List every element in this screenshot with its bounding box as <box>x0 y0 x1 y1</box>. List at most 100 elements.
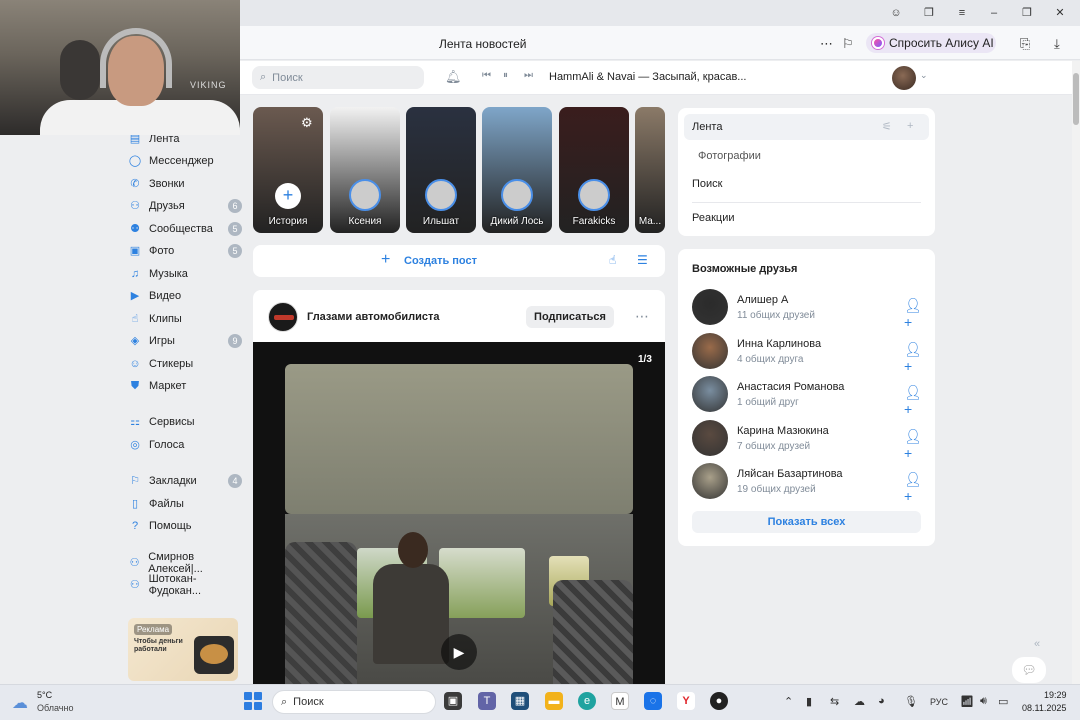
friend-suggestion[interactable]: Алишер А 11 общих друзей 👤︎+ <box>692 289 927 330</box>
sidebar-item[interactable]: ☺ Стикеры <box>128 355 246 373</box>
friend-suggestion[interactable]: Инна Карлинова 4 общих друга 👤︎+ <box>692 332 927 374</box>
battery-icon[interactable]: ▭ <box>998 695 1008 708</box>
post-author-avatar[interactable] <box>268 302 298 332</box>
sidebar-item[interactable]: ✆ Звонки <box>128 175 246 193</box>
add-friend-icon[interactable]: 👤︎+ <box>904 341 927 374</box>
friend-name[interactable]: Ляйсан Базартинова <box>737 468 843 480</box>
tray-app-icon[interactable]: ◕ <box>878 695 885 707</box>
language-indicator[interactable]: РУС <box>930 697 948 707</box>
task-view-icon[interactable]: ▣ <box>444 692 462 710</box>
volume-icon[interactable]: 🔊︎ <box>980 695 987 708</box>
minimize-icon[interactable]: – <box>986 5 1002 21</box>
menu-icon[interactable]: ≡ <box>954 5 970 21</box>
chat-icon[interactable]: 💬︎ <box>1012 657 1046 683</box>
menu-item-search[interactable]: Поиск <box>692 178 722 190</box>
story-card[interactable]: Дикий Лось <box>482 107 552 233</box>
play-icon[interactable]: ▶ <box>441 634 477 670</box>
sidebar-item[interactable]: ⚐ Закладки 4 <box>128 472 246 490</box>
next-track-icon[interactable]: ⏭ <box>524 70 533 81</box>
friend-suggestion[interactable]: Карина Мазюкина 7 общих друзей 👤︎+ <box>692 419 927 461</box>
add-friend-icon[interactable]: 👤︎+ <box>904 297 927 330</box>
tray-app-icon[interactable]: ⇆ <box>830 695 839 708</box>
sidebar-item[interactable]: ? Помощь <box>128 517 246 535</box>
now-playing[interactable]: HammAli & Navai — Засыпай, красав... <box>549 71 746 83</box>
clock-time[interactable]: 19:29 <box>1044 690 1067 700</box>
weather-desc[interactable]: Облачно <box>37 703 73 713</box>
sidebar-item[interactable]: ⚇ Друзья 6 <box>128 197 246 215</box>
maximize-icon[interactable]: ❐ <box>1019 5 1035 21</box>
chat-app-icon[interactable]: ◌ <box>644 692 662 710</box>
avatar[interactable] <box>692 332 728 369</box>
user-avatar[interactable] <box>892 66 916 90</box>
subscribe-button[interactable]: Подписаться <box>526 306 614 328</box>
post-video[interactable]: 1/3 ▶ <box>253 342 665 684</box>
scrollbar[interactable] <box>1072 61 1080 684</box>
sidebar-item[interactable]: ▯ Файлы <box>128 495 246 513</box>
story-card[interactable]: Ma... <box>635 107 665 233</box>
sidebar-item[interactable]: ⚏ Сервисы <box>128 413 246 431</box>
sidebar-item[interactable]: ◎ Голоса <box>128 436 246 454</box>
sidebar-item[interactable]: ▣ Фото 5 <box>128 242 246 260</box>
more-icon[interactable]: ⋯ <box>820 36 833 52</box>
friend-suggestion[interactable]: Ляйсан Базартинова 19 общих друзей 👤︎+ <box>692 463 927 504</box>
sidebar-item[interactable]: ▶ Видео <box>128 287 246 305</box>
close-icon[interactable]: ✕ <box>1052 5 1068 21</box>
ad-card[interactable]: Реклама Чтобы деньги работали <box>128 618 238 681</box>
show-all-button[interactable]: Показать всех <box>692 511 921 533</box>
folder-icon[interactable]: ▬ <box>545 692 563 710</box>
tabs-icon[interactable]: ❐ <box>921 5 937 21</box>
bookmark-icon[interactable]: ⚐ <box>842 36 854 52</box>
prev-track-icon[interactable]: ⏮ <box>482 70 491 81</box>
add-friend-icon[interactable]: 👤︎+ <box>904 384 927 417</box>
story-card[interactable]: Ксения <box>330 107 400 233</box>
sidebar-item[interactable]: ◈ Игры 9 <box>128 332 246 350</box>
friend-name[interactable]: Анастасия Романова <box>737 381 844 393</box>
cloud-icon[interactable]: ☁ <box>854 695 865 708</box>
weather-temp[interactable]: 5°C <box>37 690 52 700</box>
avatar[interactable] <box>692 419 728 456</box>
clips-icon[interactable]: ☝ <box>609 253 616 267</box>
reader-icon[interactable]: ⎘ <box>1020 36 1030 52</box>
scrollbar-thumb[interactable] <box>1073 73 1079 125</box>
friend-suggestion[interactable]: Анастасия Романова 1 общий друг 👤︎+ <box>692 376 927 417</box>
story-card[interactable]: Ильшат <box>406 107 476 233</box>
avatar[interactable] <box>692 376 728 412</box>
gear-icon[interactable]: ⚙ <box>301 115 313 131</box>
tray-app-icon[interactable]: ▮ <box>806 695 812 708</box>
teams-icon[interactable]: T <box>478 692 496 710</box>
post-author[interactable]: Глазами автомобилиста <box>307 311 440 323</box>
more-icon[interactable]: ⋯ <box>635 308 649 325</box>
start-icon[interactable] <box>244 692 262 710</box>
ask-alice-button[interactable]: Спросить Алису AI <box>866 33 996 53</box>
avatar[interactable] <box>692 463 728 499</box>
sidebar-item[interactable]: ⚉ Сообщества 5 <box>128 220 246 238</box>
notifications-icon[interactable]: 🔔︎ <box>445 69 462 85</box>
download-icon[interactable]: ⤓ <box>1054 36 1060 52</box>
cloud-icon[interactable]: ☁ <box>12 693 28 713</box>
sidebar-item[interactable]: ⚇ Шотокан-Фудокан... <box>128 573 246 597</box>
tray-chevron-icon[interactable]: ⌃ <box>784 695 793 708</box>
store-icon[interactable]: ▦ <box>511 692 529 710</box>
story-card[interactable]: + ⚙ История <box>253 107 323 233</box>
add-friend-icon[interactable]: 👤︎+ <box>904 428 927 461</box>
sidebar-item[interactable]: ♫ Музыка <box>128 265 246 283</box>
yandex-browser-icon[interactable]: Y <box>677 692 695 710</box>
wifi-icon[interactable]: 📶︎ <box>960 695 974 708</box>
sidebar-item[interactable]: ◯ Мессенджер <box>128 152 246 170</box>
profile-icon[interactable]: ☺ <box>888 5 904 21</box>
avatar[interactable] <box>692 289 728 325</box>
mail-icon[interactable]: M <box>611 692 629 710</box>
collapse-icon[interactable]: « <box>1034 638 1040 650</box>
sidebar-item[interactable]: ☝ Клипы <box>128 310 246 328</box>
add-friend-icon[interactable]: 👤︎+ <box>904 471 927 504</box>
filter-icon[interactable]: ☰ <box>637 253 648 267</box>
menu-item-feed[interactable]: Лента <box>692 121 722 133</box>
story-card[interactable]: Farakicks <box>559 107 629 233</box>
app-icon[interactable]: ● <box>710 692 728 710</box>
friend-name[interactable]: Алишер А <box>737 294 788 306</box>
friend-name[interactable]: Инна Карлинова <box>737 338 821 350</box>
menu-item-photos[interactable]: Фотографии <box>698 150 761 162</box>
add-icon[interactable]: + <box>907 120 913 132</box>
settings-sliders-icon[interactable]: ⚟ <box>882 120 892 133</box>
chevron-down-icon[interactable]: ⌄ <box>920 70 928 81</box>
